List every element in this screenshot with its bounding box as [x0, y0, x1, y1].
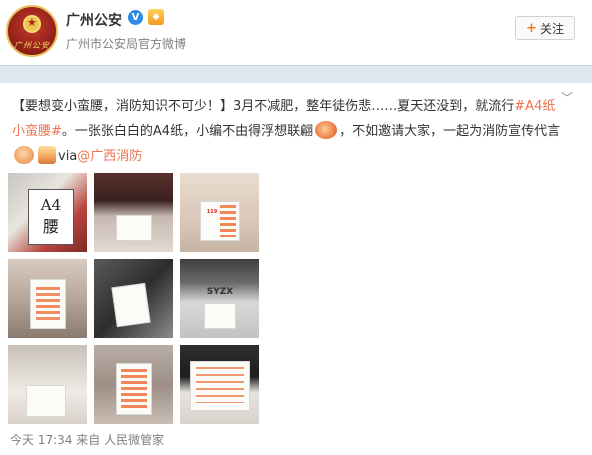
photo-5[interactable] [94, 259, 173, 338]
photo-9[interactable] [180, 345, 259, 424]
account-subtitle: 广州市公安局官方微博 [66, 37, 187, 51]
post-time[interactable]: 今天 17:34 [10, 433, 72, 447]
paper-slogan [220, 205, 236, 237]
photo-2[interactable] [94, 173, 173, 252]
account-name[interactable]: 广州公安 [66, 10, 122, 30]
paper-text-a4: A4 [40, 196, 62, 214]
avatar[interactable]: 广州公安 [6, 5, 58, 57]
paper-text: SYZX [206, 287, 234, 297]
paper-text: 119 [206, 209, 218, 215]
paper-slogan [36, 287, 60, 321]
weibo-header: 广州公安 广州公安 V ◆ 广州市公安局官方微博 + 关注 [0, 0, 592, 62]
via-prefix: 来自 [76, 433, 101, 447]
post-meta: 今天 17:34 来自 人民微管家 [10, 431, 164, 448]
chevron-down-icon[interactable]: ﹀ [561, 89, 573, 106]
emoji-icon [38, 146, 56, 164]
emoji-icon [14, 146, 34, 164]
a4-paper [204, 303, 236, 329]
photo-4[interactable] [8, 259, 87, 338]
a4-paper [111, 282, 151, 328]
follow-button[interactable]: + 关注 [515, 16, 575, 40]
post-segment-1: 【要想变小蛮腰，消防知识不可少！】3月不减肥，整年徒伤悲……夏天还没到，就流行 [12, 99, 515, 114]
post-text: 【要想变小蛮腰，消防知识不可少！】3月不减肥，整年徒伤悲……夏天还没到，就流行#… [12, 94, 562, 169]
emoji-icon [315, 121, 338, 139]
a4-paper: A4 腰 [28, 189, 74, 245]
post-source[interactable]: 人民微管家 [104, 433, 164, 447]
paper-slogan [121, 369, 147, 409]
police-emblem-icon [23, 15, 41, 33]
photo-3[interactable]: 119 [180, 173, 259, 252]
a4-paper [116, 215, 152, 241]
post-segment-4: via [58, 149, 78, 164]
section-divider [0, 65, 592, 83]
mention-link[interactable]: @广西消防 [77, 149, 142, 164]
follow-label: 关注 [539, 21, 564, 36]
paper-text-waist: 腰 [42, 217, 59, 236]
verified-icon[interactable]: V [128, 10, 143, 25]
paper-slogan [196, 367, 244, 403]
photo-6[interactable]: SYZX [180, 259, 259, 338]
photo-1[interactable]: A4 腰 [8, 173, 87, 252]
post-segment-2: 。一张张白白的A4纸，小编不由得浮想联翩 [61, 124, 314, 139]
post-segment-3: ，不如邀请大家，一起为消防宣传代言 [339, 124, 561, 139]
avatar-text: 广州公安 [14, 41, 50, 50]
plus-icon: + [526, 20, 537, 36]
photo-7[interactable] [8, 345, 87, 424]
a4-paper [26, 385, 66, 417]
member-badge-icon[interactable]: ◆ [148, 9, 164, 25]
photo-8[interactable] [94, 345, 173, 424]
